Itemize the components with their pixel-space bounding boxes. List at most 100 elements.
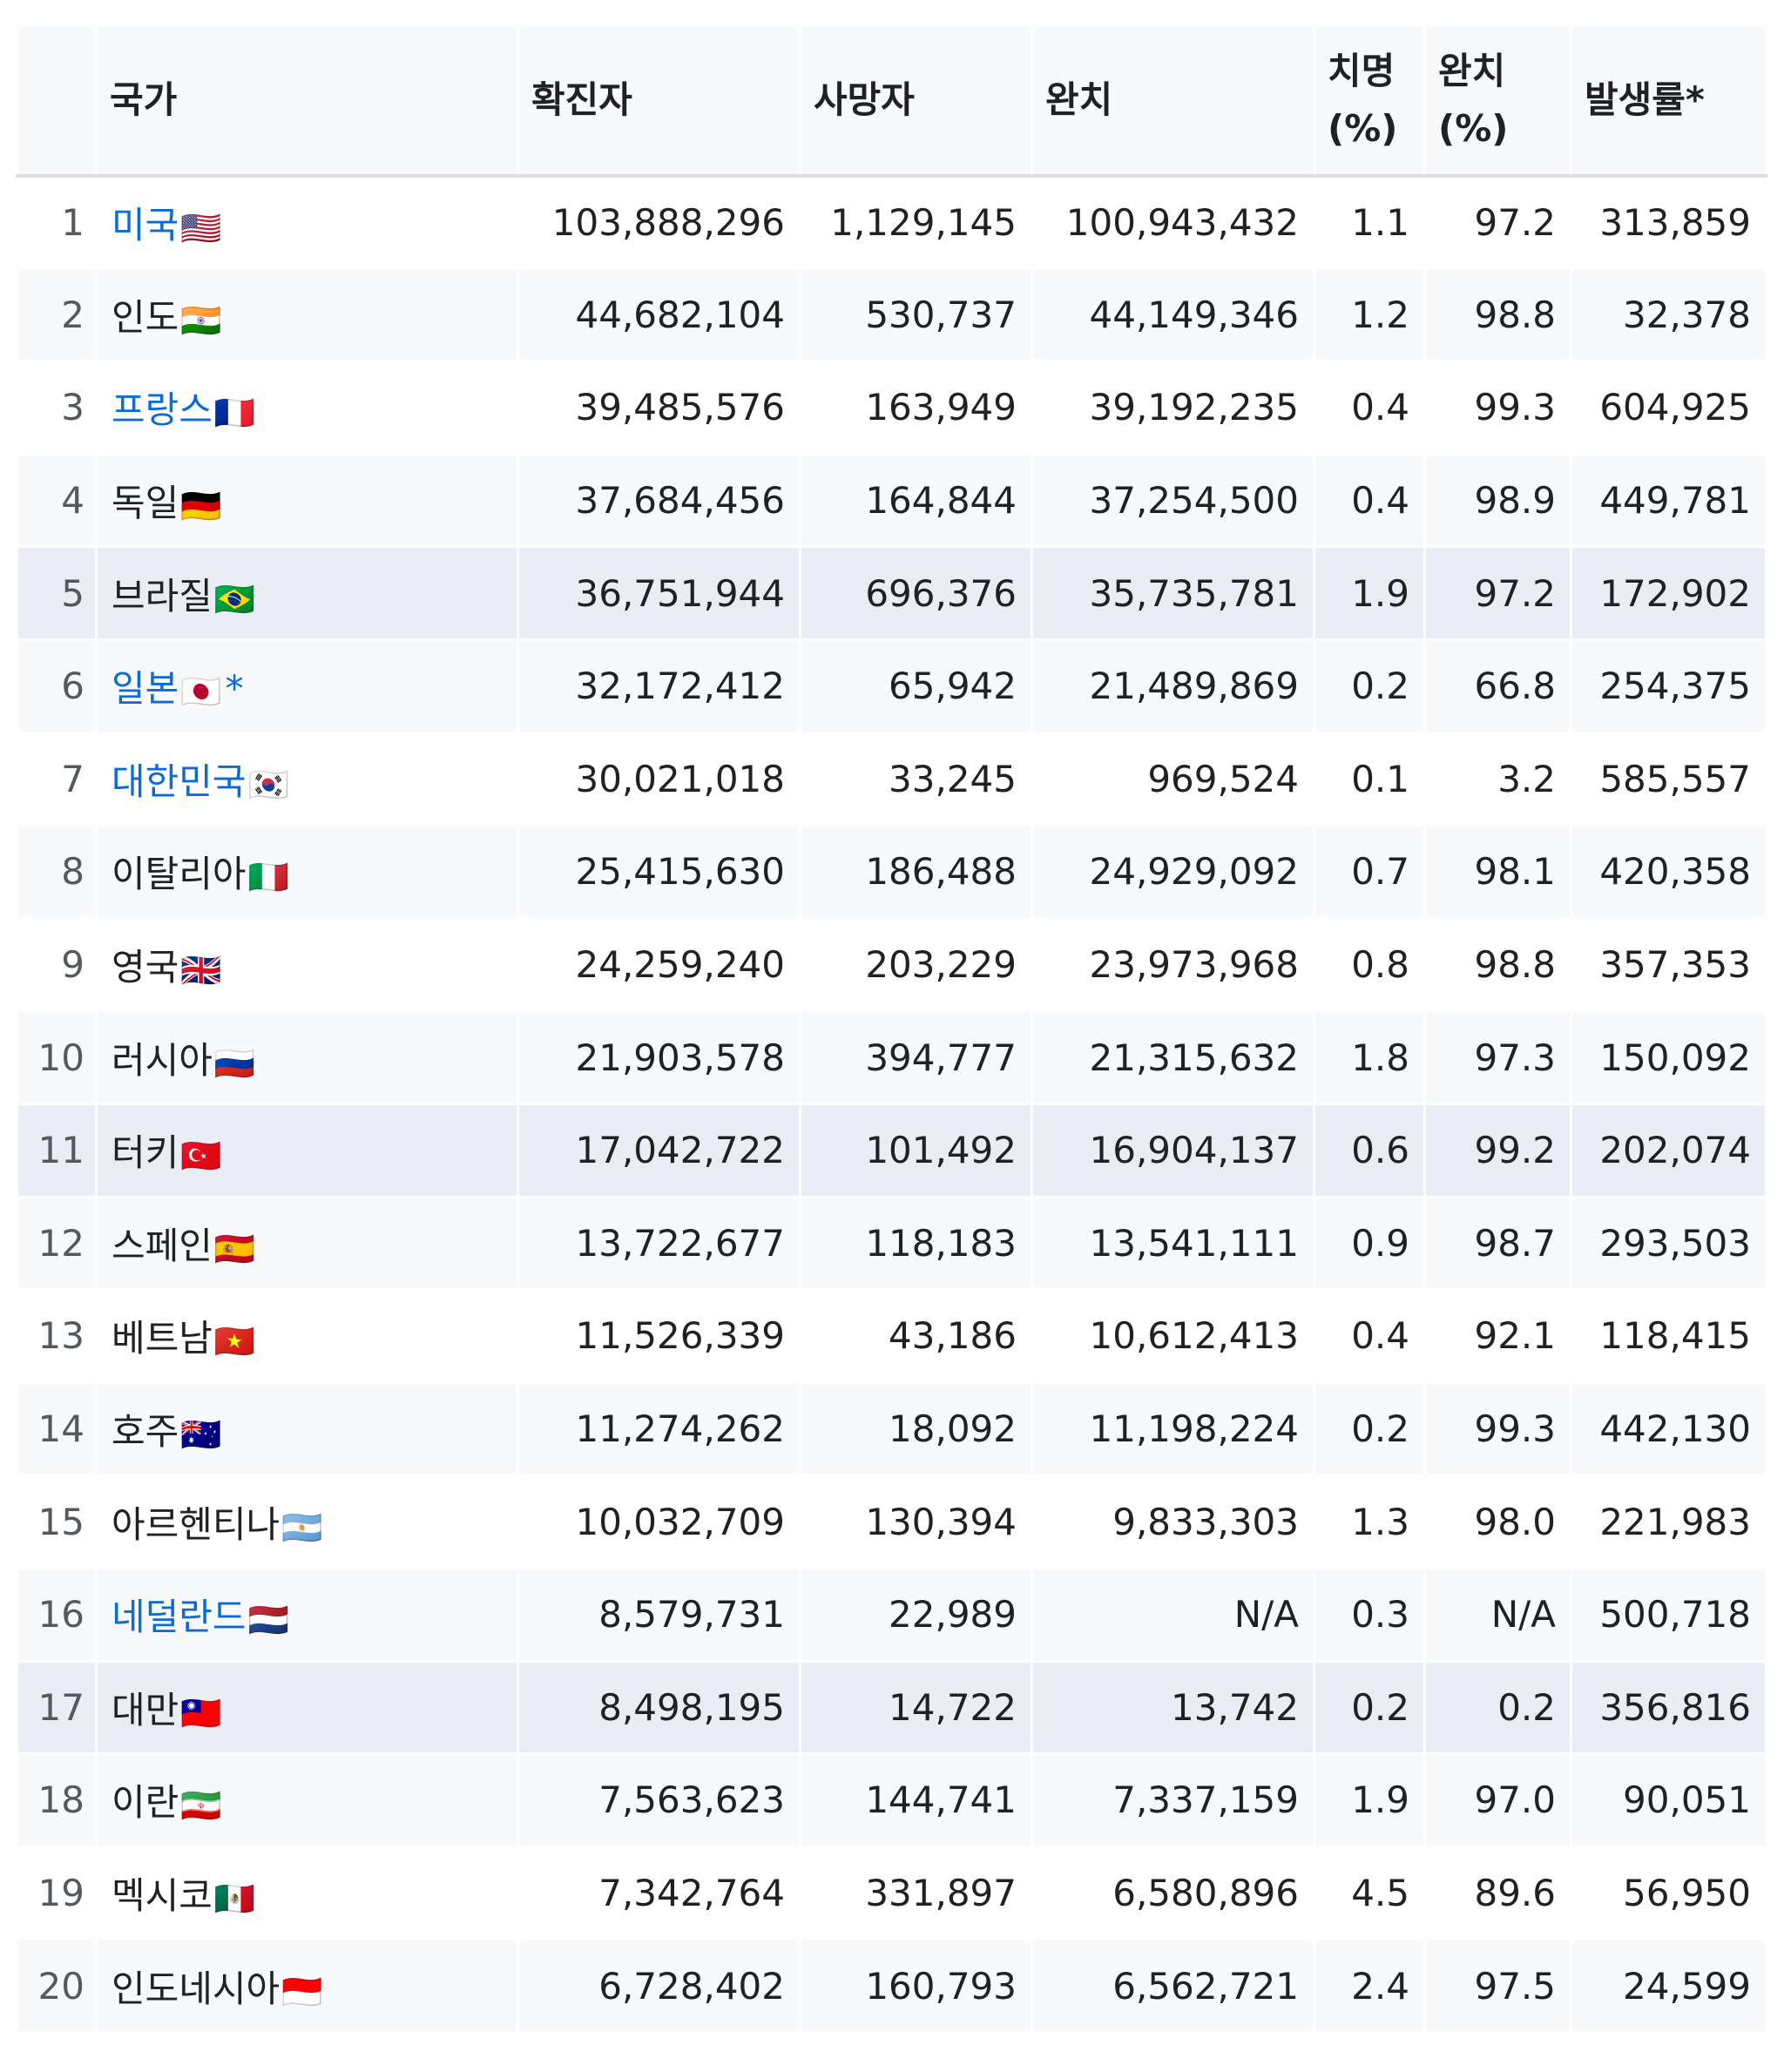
table-row: 19 멕시코🇲🇽 7,342,764 331,897 6,580,896 4.5 89.6 5… [16,1845,1767,1941]
recovery-rate-cell: 99.3 [1423,1380,1572,1477]
flag-icon: 🇻🇳 [213,1322,256,1361]
recovery-rate-cell: 98.8 [1423,267,1572,363]
table-row: 7 대한민국🇰🇷 30,021,018 33,245 969,524 0.1 3.2 585,… [16,731,1767,827]
country-name: 대만 [112,1688,179,1731]
confirmed-cell: 7,563,623 [517,1752,801,1848]
header-incidence[interactable]: 발생률* [1570,24,1767,178]
flag-icon: 🇮🇳 [180,300,222,340]
country-cell: 러시아🇷🇺 [95,1009,519,1105]
flag-icon: 🇹🇼 [180,1693,222,1732]
incidence-cell: 56,950 [1570,1845,1767,1941]
country-cell[interactable]: 대한민국🇰🇷 [95,731,519,827]
deaths-cell: 186,488 [799,824,1033,920]
country-name-link[interactable]: 프랑스 [112,388,213,431]
confirmed-cell: 36,751,944 [517,545,801,641]
country-name-link[interactable]: 대한민국 [112,760,247,803]
incidence-cell: 585,557 [1570,731,1767,827]
fatality-rate-cell: 0.3 [1313,1566,1426,1663]
recovered-cell: 21,315,632 [1031,1009,1315,1105]
confirmed-cell: 103,888,296 [517,174,801,270]
country-cell: 이탈리아🇮🇹 [95,824,519,920]
flag-icon: 🇮🇹 [247,858,289,897]
country-name: 호주 [112,1410,179,1454]
deaths-cell: 1,129,145 [799,174,1033,270]
incidence-cell: 604,925 [1570,360,1767,456]
country-cell: 독일🇩🇪 [95,452,519,549]
recovered-cell: 969,524 [1031,731,1315,827]
flag-icon: 🇫🇷 [213,394,256,433]
note-marker[interactable]: * [226,667,244,710]
rank-cell: 13 [16,1288,98,1384]
confirmed-cell: 21,903,578 [517,1009,801,1105]
incidence-cell: 118,415 [1570,1288,1767,1384]
flag-icon: 🇳🇱 [247,1601,289,1640]
incidence-cell: 202,074 [1570,1102,1767,1198]
header-country[interactable]: 국가 [95,24,519,178]
recovered-cell: 16,904,137 [1031,1102,1315,1198]
recovery-rate-cell: 98.8 [1423,916,1572,1013]
country-name-link[interactable]: 일본 [112,667,179,710]
recovered-cell: 11,198,224 [1031,1380,1315,1477]
table-row: 3 프랑스🇫🇷 39,485,576 163,949 39,192,235 0.4 99.3… [16,360,1767,456]
header-rank[interactable] [16,24,98,178]
fatality-rate-cell: 1.3 [1313,1474,1426,1569]
rank-cell: 17 [16,1659,98,1756]
deaths-cell: 22,989 [799,1566,1033,1663]
fatality-rate-cell: 4.5 [1313,1845,1426,1941]
table-row: 15 아르헨티나🇦🇷 10,032,709 130,394 9,833,303 1.3 98… [16,1474,1767,1569]
country-name: 이탈리아 [112,853,247,896]
recovery-rate-cell: 92.1 [1423,1288,1572,1384]
deaths-cell: 160,793 [799,1938,1033,2034]
incidence-cell: 172,902 [1570,545,1767,641]
rank-cell: 1 [16,174,98,270]
deaths-cell: 394,777 [799,1009,1033,1105]
rank-cell: 16 [16,1566,98,1663]
country-name: 영국 [112,946,179,989]
confirmed-cell: 8,579,731 [517,1566,801,1663]
country-name: 인도 [112,295,179,339]
recovery-rate-cell: 89.6 [1423,1845,1572,1941]
recovery-rate-cell: 97.0 [1423,1752,1572,1848]
rank-cell: 20 [16,1938,98,2034]
recovered-cell: 9,833,303 [1031,1474,1315,1569]
confirmed-cell: 32,172,412 [517,638,801,734]
fatality-rate-cell: 0.4 [1313,452,1426,549]
country-cell[interactable]: 네덜란드🇳🇱 [95,1566,519,1663]
rank-cell: 12 [16,1195,98,1292]
confirmed-cell: 44,682,104 [517,267,801,363]
deaths-cell: 65,942 [799,638,1033,734]
confirmed-cell: 39,485,576 [517,360,801,456]
country-cell: 브라질🇧🇷 [95,545,519,641]
flag-icon: 🇦🇺 [180,1415,222,1454]
country-cell: 스페인🇪🇸 [95,1195,519,1292]
header-fatality-rate[interactable]: 치명 (%) [1313,24,1426,178]
country-cell[interactable]: 일본🇯🇵* [95,638,519,734]
deaths-cell: 130,394 [799,1474,1033,1569]
header-recovered[interactable]: 완치 [1031,24,1315,178]
recovered-cell: 44,149,346 [1031,267,1315,363]
country-name: 인도네시아 [112,1967,280,2010]
flag-icon: 🇲🇽 [213,1879,256,1918]
table-row: 8 이탈리아🇮🇹 25,415,630 186,488 24,929,092 0.7 98.… [16,824,1767,920]
country-cell[interactable]: 프랑스🇫🇷 [95,360,519,456]
header-deaths[interactable]: 사망자 [799,24,1033,178]
fatality-rate-cell: 1.9 [1313,1752,1426,1848]
header-recovery-rate[interactable]: 완치 (%) [1423,24,1572,178]
incidence-cell: 24,599 [1570,1938,1767,2034]
header-confirmed[interactable]: 확진자 [517,24,801,178]
table-row: 11 터키🇹🇷 17,042,722 101,492 16,904,137 0.6 99.2… [16,1102,1767,1198]
rank-cell: 15 [16,1474,98,1569]
country-cell: 대만🇹🇼 [95,1659,519,1756]
country-name-link[interactable]: 네덜란드 [112,1596,247,1638]
recovered-cell: 6,580,896 [1031,1845,1315,1941]
country-name-link[interactable]: 미국 [112,204,179,246]
fatality-rate-cell: 0.9 [1313,1195,1426,1292]
fatality-rate-cell: 0.2 [1313,1659,1426,1756]
flag-icon: 🇪🇸 [213,1229,256,1268]
rank-cell: 19 [16,1845,98,1941]
deaths-cell: 203,229 [799,916,1033,1013]
recovered-cell: 37,254,500 [1031,452,1315,549]
recovered-cell: N/A [1031,1566,1315,1663]
recovered-cell: 21,489,869 [1031,638,1315,734]
country-cell[interactable]: 미국🇺🇸 [95,174,519,270]
